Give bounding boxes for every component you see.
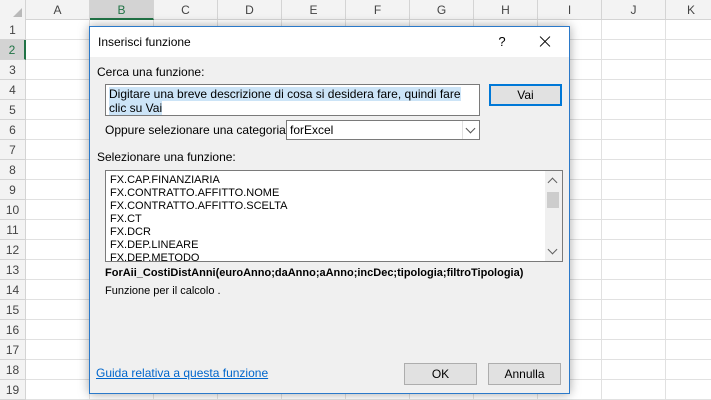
select-all-button[interactable] bbox=[0, 0, 26, 20]
row-header-12[interactable]: 12 bbox=[0, 240, 26, 260]
row-header-6[interactable]: 6 bbox=[0, 120, 26, 140]
category-select[interactable]: forExcel bbox=[286, 120, 480, 140]
function-syntax: ForAii_CostiDistAnni(euroAnno;daAnno;aAn… bbox=[105, 267, 524, 279]
function-list-item[interactable]: FX.CONTRATTO.AFFITTO.SCELTA bbox=[110, 200, 287, 213]
row-header-13[interactable]: 13 bbox=[0, 260, 26, 280]
row-header-14[interactable]: 14 bbox=[0, 280, 26, 300]
column-header-e[interactable]: E bbox=[282, 0, 346, 20]
function-help-link[interactable]: Guida relativa a questa funzione bbox=[96, 366, 268, 380]
gridline-vertical bbox=[601, 20, 602, 400]
scroll-thumb[interactable] bbox=[547, 192, 559, 208]
scroll-up-arrow-icon[interactable] bbox=[547, 177, 558, 188]
scroll-down-arrow-icon[interactable] bbox=[547, 244, 558, 255]
row-header-18[interactable]: 18 bbox=[0, 360, 26, 380]
row-header-16[interactable]: 16 bbox=[0, 320, 26, 340]
go-button[interactable]: Vai bbox=[489, 84, 562, 106]
row-header-11[interactable]: 11 bbox=[0, 220, 26, 240]
gridline-vertical bbox=[665, 20, 666, 400]
help-icon[interactable]: ? bbox=[492, 33, 512, 51]
function-listbox[interactable]: FX.CAP.FINANZIARIA FX.CONTRATTO.AFFITTO.N… bbox=[105, 170, 563, 262]
column-header-a[interactable]: A bbox=[26, 0, 90, 20]
category-value: forExcel bbox=[290, 123, 334, 137]
insert-function-dialog: Inserisci funzione ? Cerca una funzione:… bbox=[89, 26, 570, 394]
function-list-label: Selezionare una funzione: bbox=[97, 150, 236, 164]
chevron-down-icon[interactable] bbox=[462, 121, 479, 139]
category-label: Oppure selezionare una categoria: bbox=[105, 123, 290, 137]
column-header-k[interactable]: K bbox=[666, 0, 711, 20]
function-list-item[interactable]: FX.CAP.FINANZIARIA bbox=[110, 174, 220, 187]
search-label: Cerca una funzione: bbox=[97, 65, 205, 79]
column-header-j[interactable]: J bbox=[602, 0, 666, 20]
select-all-triangle-icon bbox=[13, 8, 22, 17]
row-header-17[interactable]: 17 bbox=[0, 340, 26, 360]
row-header-8[interactable]: 8 bbox=[0, 160, 26, 180]
cancel-button[interactable]: Annulla bbox=[488, 363, 561, 385]
row-header-10[interactable]: 10 bbox=[0, 200, 26, 220]
row-header-9[interactable]: 9 bbox=[0, 180, 26, 200]
function-list-item[interactable]: FX.CT bbox=[110, 213, 142, 226]
search-input-text: Digitare una breve descrizione di cosa s… bbox=[109, 87, 461, 115]
function-list-scrollbar[interactable] bbox=[545, 171, 562, 261]
function-description: Funzione per il calcolo . bbox=[105, 285, 221, 297]
column-header-i[interactable]: I bbox=[538, 0, 602, 20]
row-header-7[interactable]: 7 bbox=[0, 140, 26, 160]
function-list-item[interactable]: FX.DEP.METODO bbox=[110, 252, 199, 261]
dialog-titlebar: Inserisci funzione ? bbox=[90, 27, 569, 57]
row-header-15[interactable]: 15 bbox=[0, 300, 26, 320]
row-header-1[interactable]: 1 bbox=[0, 20, 26, 40]
row-header-2[interactable]: 2 bbox=[0, 40, 26, 60]
close-icon[interactable] bbox=[534, 31, 556, 53]
row-header-19[interactable]: 19 bbox=[0, 380, 26, 400]
row-header-3[interactable]: 3 bbox=[0, 60, 26, 80]
function-list-item[interactable]: FX.DEP.LINEARE bbox=[110, 239, 198, 252]
row-header-4[interactable]: 4 bbox=[0, 80, 26, 100]
column-header-b[interactable]: B bbox=[90, 0, 154, 20]
row-header-5[interactable]: 5 bbox=[0, 100, 26, 120]
column-header-d[interactable]: D bbox=[218, 0, 282, 20]
column-header-h[interactable]: H bbox=[474, 0, 538, 20]
dialog-title: Inserisci funzione bbox=[98, 35, 191, 49]
column-header-f[interactable]: F bbox=[346, 0, 410, 20]
column-header-g[interactable]: G bbox=[410, 0, 474, 20]
ok-button[interactable]: OK bbox=[404, 363, 477, 385]
function-list-item[interactable]: FX.DCR bbox=[110, 226, 151, 239]
search-input[interactable]: Digitare una breve descrizione di cosa s… bbox=[105, 84, 480, 116]
column-header-c[interactable]: C bbox=[154, 0, 218, 20]
function-list-item[interactable]: FX.CONTRATTO.AFFITTO.NOME bbox=[110, 187, 279, 200]
